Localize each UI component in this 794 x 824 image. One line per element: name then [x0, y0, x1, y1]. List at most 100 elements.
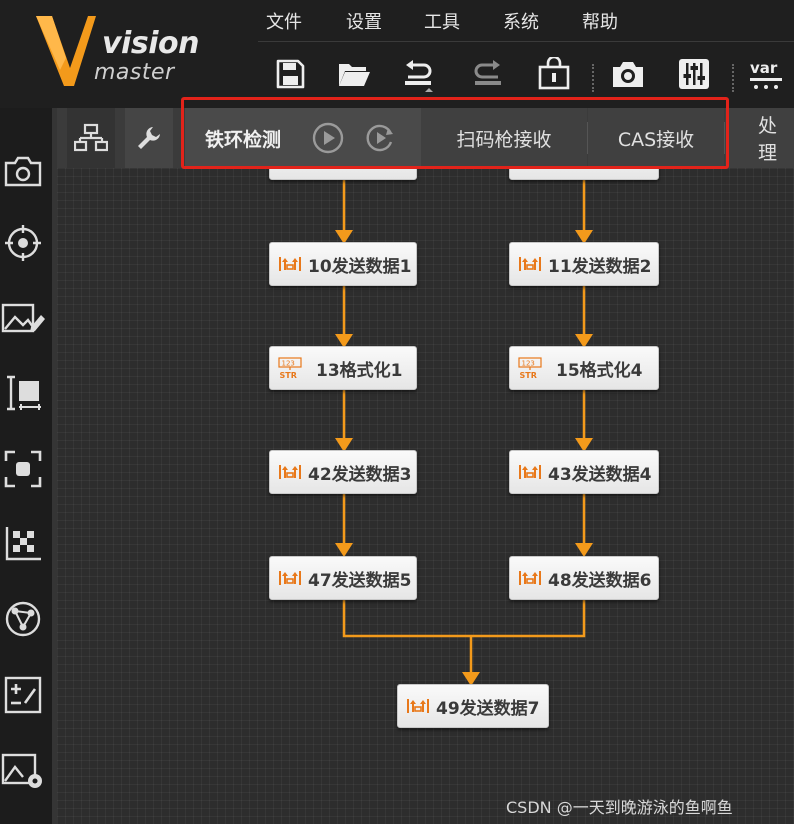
flow-tree-icon [74, 123, 108, 152]
redo-button[interactable] [468, 54, 508, 94]
wrench-icon [138, 127, 160, 149]
flow-canvas[interactable]: 10发送数据1 11发送数据2 123 STR 13格式化1 123 STR 15格… [57, 168, 794, 824]
save-icon [276, 59, 305, 89]
node-label: 42发送数据3 [308, 464, 412, 485]
tab-label: 处理 [758, 115, 778, 164]
logo-word-master: master [94, 60, 175, 85]
tab-cas-receive[interactable]: CAS接收 [588, 108, 724, 168]
run-once-button[interactable] [312, 122, 344, 154]
image-settings-icon [1, 753, 42, 788]
controls-button[interactable] [674, 54, 714, 94]
menu-tools[interactable]: 工具 [424, 8, 460, 34]
node-label: 15格式化4 [556, 360, 643, 381]
camera-tool-button[interactable] [0, 148, 46, 194]
node-label: 13格式化1 [316, 360, 403, 381]
flow-node-send-data-3[interactable]: 42发送数据3 [269, 450, 417, 494]
format-icon: 123 STR [278, 356, 302, 380]
calculator-tool-button[interactable] [0, 672, 46, 718]
flow-view-button[interactable] [67, 108, 115, 168]
csdn-watermark: CSDN @一天到晚游泳的鱼啊鱼 [506, 798, 733, 817]
camera-button[interactable] [608, 54, 648, 94]
controls-icon [679, 59, 709, 89]
flow-node-send-data-2[interactable]: 11发送数据2 [509, 242, 659, 286]
send-data-icon [278, 252, 302, 276]
flow-node-partial-right[interactable] [509, 168, 659, 180]
svg-text:123: 123 [522, 360, 535, 368]
svg-text:STR: STR [520, 371, 537, 379]
image-settings-tool-button[interactable] [0, 748, 46, 794]
camera-icon [4, 156, 42, 187]
open-button[interactable] [334, 54, 374, 94]
image-edit-tool-button[interactable] [0, 296, 46, 342]
send-data-icon [518, 566, 542, 590]
send-data-icon [406, 694, 430, 718]
variable-button[interactable]: var [746, 54, 786, 94]
tab-label: 扫码枪接收 [456, 128, 552, 151]
menu-bar: 文件 设置 工具 系统 帮助 [258, 0, 794, 42]
focus-tool-button[interactable] [0, 446, 46, 492]
visionmaster-logo: vision master [30, 10, 250, 100]
variable-icon: var [750, 59, 782, 89]
node-label: 48发送数据6 [548, 570, 652, 591]
menu-help[interactable]: 帮助 [582, 8, 618, 34]
node-label: 11发送数据2 [548, 256, 652, 277]
flow-node-send-data-5[interactable]: 47发送数据5 [269, 556, 417, 600]
tab-label: CAS接收 [617, 128, 695, 151]
tab-active-label: 铁环检测 [205, 128, 282, 151]
logo-word-vision: vision [102, 26, 199, 61]
lock-button[interactable] [534, 54, 574, 94]
focus-icon [4, 450, 42, 488]
variable-icon-text: var [750, 59, 778, 77]
flow-node-partial-left[interactable] [269, 168, 417, 180]
flow-node-send-data-4[interactable]: 43发送数据4 [509, 450, 659, 494]
format-icon: 123 STR [518, 356, 542, 380]
left-tool-bar [0, 108, 52, 824]
play-icon [312, 122, 344, 154]
svg-text:123: 123 [282, 360, 295, 368]
measure-tool-button[interactable] [0, 370, 46, 416]
process-tab-strip: 铁环检测 扫码枪接收 CAS接收 处理 [57, 108, 794, 168]
menu-settings[interactable]: 设置 [346, 8, 382, 34]
toolbar-separator [592, 64, 594, 92]
loop-play-icon [366, 124, 393, 152]
network-icon [5, 601, 41, 637]
send-data-icon [518, 460, 542, 484]
node-label: 49发送数据7 [436, 698, 540, 719]
save-button[interactable] [270, 54, 310, 94]
calibration-icon [5, 527, 41, 561]
network-tool-button[interactable] [0, 596, 46, 642]
flow-node-format-1[interactable]: 123 STR 13格式化1 [269, 346, 417, 390]
flow-node-send-data-7[interactable]: 49发送数据7 [397, 684, 549, 728]
tab-process[interactable]: 处理 [725, 108, 794, 168]
calibration-tool-button[interactable] [0, 520, 46, 566]
run-loop-button[interactable] [364, 122, 396, 154]
calculator-icon [4, 676, 42, 714]
app-header: vision master 文件 设置 工具 系统 帮助 var [0, 0, 794, 108]
tab-scanner-receive[interactable]: 扫码枪接收 [421, 108, 587, 168]
node-label: 43发送数据4 [548, 464, 652, 485]
send-data-icon [518, 252, 542, 276]
undo-icon [405, 60, 433, 92]
locate-tool-button[interactable] [0, 220, 46, 266]
main-toolbar: var [258, 50, 794, 102]
flow-node-format-4[interactable]: 123 STR 15格式化4 [509, 346, 659, 390]
settings-tool-button[interactable] [125, 108, 173, 168]
lock-icon [538, 57, 570, 90]
redo-icon [474, 60, 501, 85]
flow-node-send-data-1[interactable]: 10发送数据1 [269, 242, 417, 286]
toolbar-separator [732, 64, 734, 92]
undo-button[interactable] [398, 54, 438, 94]
image-edit-icon [1, 303, 45, 333]
menu-file[interactable]: 文件 [266, 8, 302, 34]
send-data-icon [278, 460, 302, 484]
measure-icon [7, 375, 41, 411]
node-label: 47发送数据5 [308, 570, 412, 591]
node-label: 10发送数据1 [308, 256, 412, 277]
target-icon [5, 225, 41, 261]
flow-node-send-data-6[interactable]: 48发送数据6 [509, 556, 659, 600]
camera-icon [613, 62, 643, 87]
send-data-icon [278, 566, 302, 590]
open-folder-icon [339, 64, 370, 86]
menu-system[interactable]: 系统 [503, 8, 539, 34]
svg-text:STR: STR [280, 371, 297, 379]
